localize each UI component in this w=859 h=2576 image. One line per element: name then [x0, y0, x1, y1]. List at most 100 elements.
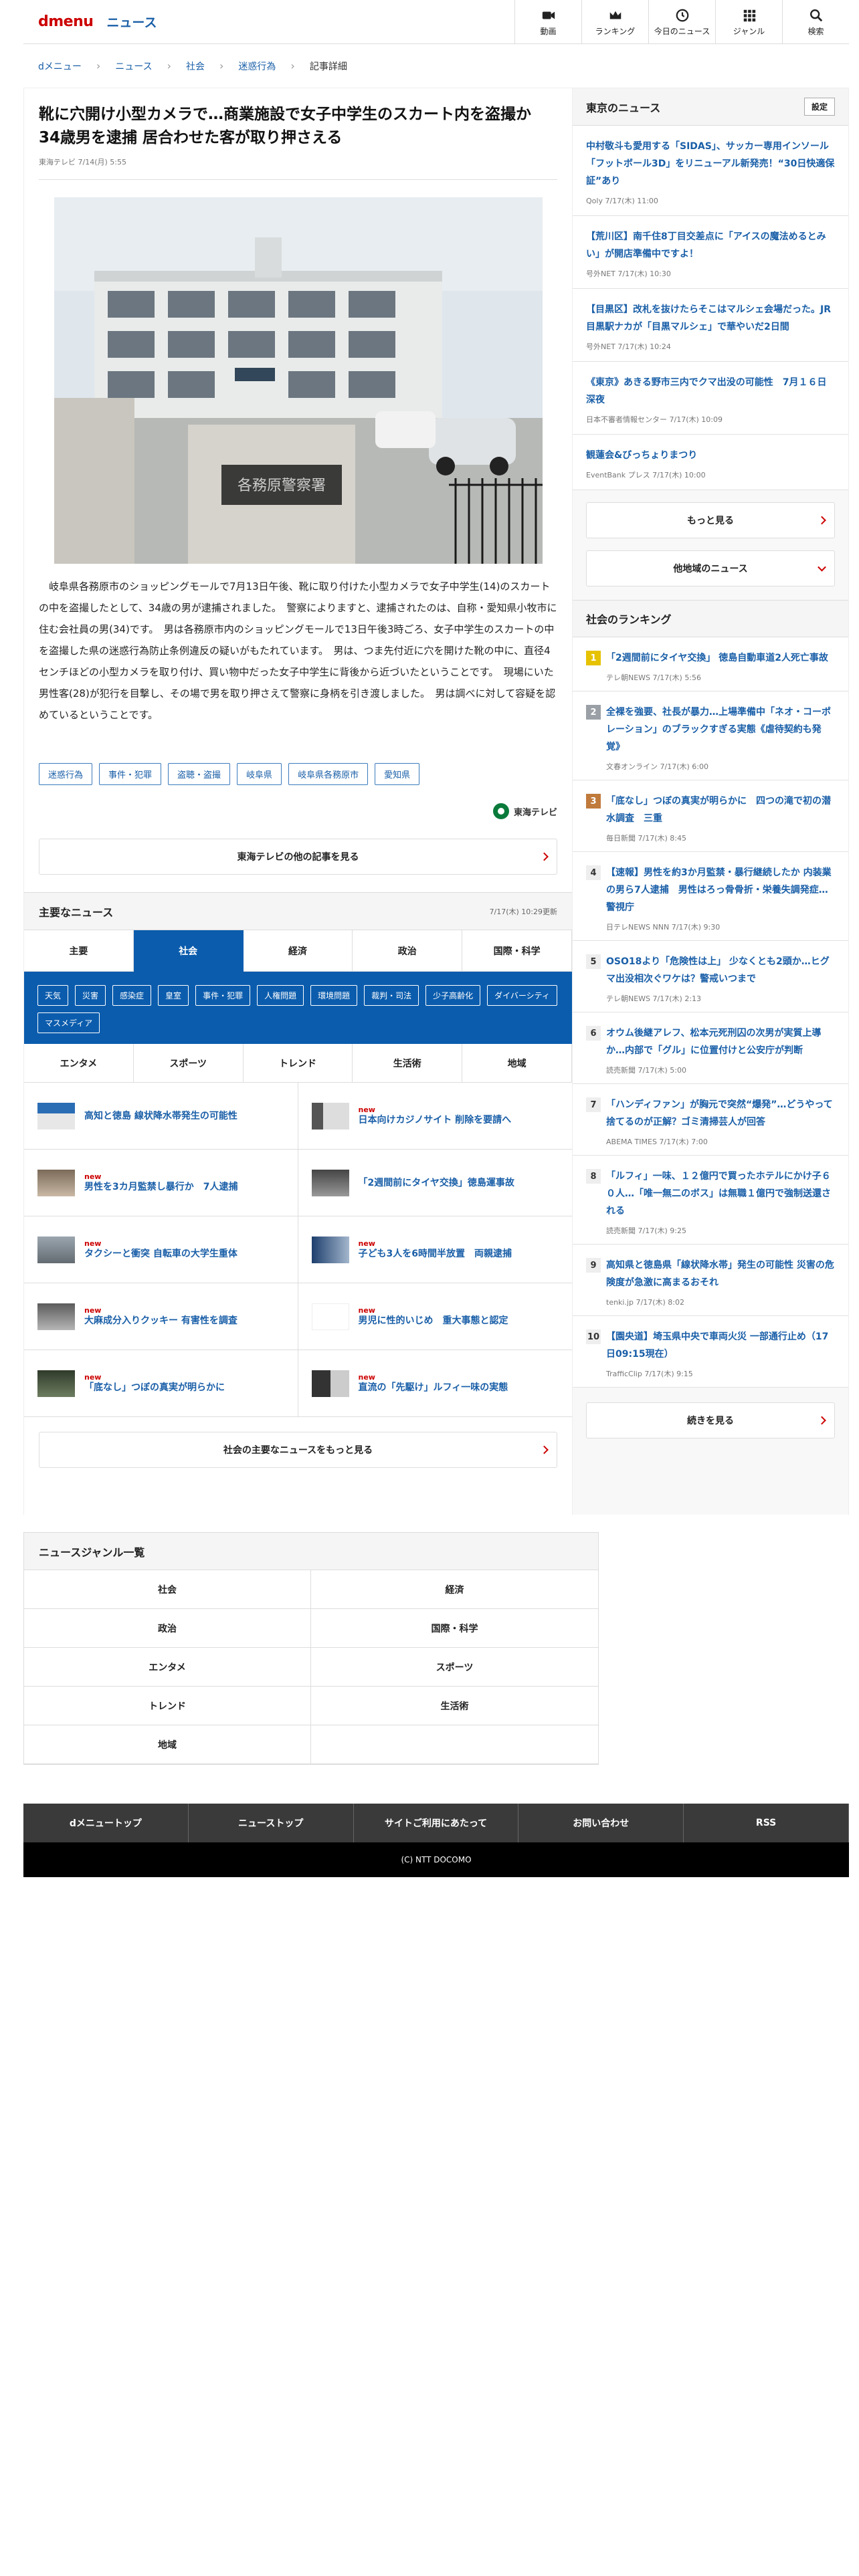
- ranking-item-meta: TrafficClip 7/17(木) 9:15: [606, 1370, 693, 1378]
- genre-item[interactable]: 国際・科学: [311, 1609, 598, 1648]
- tokyo-more-button[interactable]: もっと見る: [586, 502, 835, 538]
- nav-today[interactable]: 今日のニュース: [648, 0, 715, 44]
- tab-economy[interactable]: 経済: [243, 930, 353, 972]
- nav-search[interactable]: 検索: [782, 0, 849, 44]
- police-station-image: 各務原警察署: [54, 197, 543, 564]
- article-title: 靴に穴開け小型カメラで…商業施設で女子中学生のスカート内を盗撮か 34歳男を逮捕…: [39, 106, 531, 146]
- ranking-item[interactable]: 8 「ルフィ」一味、１２億円で買ったホテルにかけ子６０人…「唯一無二のボス」は無職…: [573, 1156, 848, 1245]
- genre-item[interactable]: 生活術: [311, 1687, 598, 1725]
- footer-link-terms[interactable]: サイトご利用にあたって: [354, 1804, 519, 1842]
- footer-link-rss[interactable]: RSS: [684, 1804, 849, 1842]
- tag[interactable]: 迷惑行為: [39, 763, 93, 785]
- genre-item[interactable]: 地域: [24, 1725, 311, 1764]
- settings-button[interactable]: 設定: [803, 98, 835, 116]
- tokyo-news-item[interactable]: 【目黒区】改札を抜けたらそこはマルシェ会場だった。JR目黒駅ナカが「目黒マルシェ…: [573, 289, 848, 362]
- footer-link-dmenu-top[interactable]: dメニュートップ: [23, 1804, 189, 1842]
- ranking-item[interactable]: 1 「2週間前にタイヤ交換」 徳島自動車道2人死亡事故 テレ朝NEWS 7/17(木…: [573, 637, 848, 691]
- source-more-button[interactable]: 東海テレビの他の記事を見る: [39, 839, 557, 875]
- breadcrumb-item[interactable]: 社会: [186, 60, 205, 73]
- ranking-item[interactable]: 5 OSO18より「危険性は上」 少なくとも2頭か…ヒグマ出没相次ぐワケは？警戒い…: [573, 941, 848, 1012]
- breadcrumb-item[interactable]: dメニュー: [38, 60, 82, 73]
- genre-item[interactable]: トレンド: [24, 1687, 311, 1725]
- news-item[interactable]: new 「底なし」つぼの真実が明らかに: [24, 1350, 298, 1417]
- tokyo-news-item[interactable]: 【荒川区】南千住8丁目交差点に「アイスの魔法めるとみい」が開店準備中ですよ！ 号外…: [573, 216, 848, 289]
- genre-item[interactable]: 経済: [311, 1570, 598, 1609]
- news-item[interactable]: new 子ども3人を6時間半放置 両親逮捕: [298, 1216, 572, 1283]
- tab-sports[interactable]: スポーツ: [134, 1044, 244, 1082]
- ranking-item[interactable]: 2 全裸を強要、社長が暴力…上場準備中「ネオ・コーポレーション」のブラックすぎる実…: [573, 691, 848, 780]
- tokyo-news-item[interactable]: 《東京》あきる野市三内でクマ出没の可能性 7月１６日深夜 日本不審者情報センター …: [573, 362, 848, 435]
- news-item[interactable]: new タクシーと衝突 自転車の大学生重体: [24, 1216, 298, 1283]
- article-photo[interactable]: 各務原警察署: [54, 197, 543, 564]
- ranking-item[interactable]: 4 【速報】男性を約3か月監禁・暴行継続したか 内装業の男ら7人逮捕 男性はろっ骨…: [573, 852, 848, 941]
- major-news-updated: 7/17(木) 10:29更新: [489, 907, 557, 916]
- ranking-item[interactable]: 10 【園央道】埼玉県中央で車両火災 一部通行止め（17日09:15現在） Traf…: [573, 1316, 848, 1388]
- subtag[interactable]: 感染症: [112, 985, 152, 1006]
- news-item[interactable]: new 男児に性的いじめ 重大事態と認定: [298, 1283, 572, 1350]
- subtag[interactable]: 皇室: [158, 985, 189, 1006]
- ranking-more-button[interactable]: 続きを見る: [586, 1402, 835, 1438]
- subtag[interactable]: 環境問題: [310, 985, 358, 1006]
- tab-lifestyle[interactable]: 生活術: [353, 1044, 463, 1082]
- news-item[interactable]: 「2週間前にタイヤ交換」徳島運事故: [298, 1150, 572, 1216]
- news-item[interactable]: 高知と徳島 線状降水帯発生の可能性: [24, 1083, 298, 1150]
- breadcrumb-item[interactable]: 迷惑行為: [238, 60, 276, 73]
- tag[interactable]: 盗聴・盗撮: [168, 763, 231, 785]
- genre-item[interactable]: スポーツ: [311, 1648, 598, 1687]
- news-item-text: 「底なし」つぼの真実が明らかに: [84, 1382, 225, 1393]
- news-item[interactable]: new 男性を3カ月監禁し暴行か 7人逮捕: [24, 1150, 298, 1216]
- news-thumbnail: [311, 1236, 349, 1263]
- tab-international[interactable]: 国際・科学: [462, 930, 572, 972]
- major-more-button[interactable]: 社会の主要なニュースをもっと見る: [39, 1432, 557, 1468]
- news-item-text: 「2週間前にタイヤ交換」徳島運事故: [358, 1177, 514, 1188]
- tag[interactable]: 事件・犯罪: [99, 763, 162, 785]
- source-logo[interactable]: 東海テレビ: [39, 802, 557, 820]
- subtag[interactable]: 人権問題: [257, 985, 304, 1006]
- news-item-text: 直流の「先駆け」ルフィ一味の実態: [358, 1382, 508, 1393]
- ranking-item-title: 高知県と徳島県「線状降水帯」発生の可能性 災害の危険度が急激に高まるおそれ: [606, 1260, 834, 1288]
- subtag[interactable]: マスメディア: [37, 1012, 100, 1033]
- new-badge: new: [84, 1172, 102, 1181]
- ranking-item[interactable]: 6 オウム後継アレフ、松本元死刑囚の次男が実質上導か…内部で「グル」に位置付けと公…: [573, 1012, 848, 1084]
- main-column: 靴に穴開け小型カメラで…商業施設で女子中学生のスカート内を盗撮か 34歳男を逮捕…: [24, 88, 573, 1515]
- tab-main[interactable]: 主要: [24, 930, 134, 972]
- tab-trend[interactable]: トレンド: [244, 1044, 353, 1082]
- nav-ranking-label: ランキング: [595, 26, 636, 36]
- footer-link-contact[interactable]: お問い合わせ: [518, 1804, 684, 1842]
- subtag[interactable]: 天気: [37, 985, 69, 1006]
- footer-link-news-top[interactable]: ニューストップ: [189, 1804, 354, 1842]
- other-region-button[interactable]: 他地域のニュース: [586, 550, 835, 586]
- chevron-right-icon: [540, 1445, 549, 1455]
- subtag[interactable]: ダイバーシティ: [487, 985, 557, 1006]
- tab-society[interactable]: 社会: [133, 930, 244, 972]
- news-item-text: タクシーと衝突 自転車の大学生重体: [84, 1248, 237, 1259]
- tag[interactable]: 愛知県: [375, 763, 420, 785]
- tokyo-news-item[interactable]: 中村敬斗も愛用する「SIDAS」、サッカー専用インソール「フットボール3D」をリ…: [573, 126, 848, 216]
- news-item[interactable]: new 日本向けカジノサイト 削除を要請へ: [298, 1083, 572, 1150]
- tag[interactable]: 岐阜県: [237, 763, 282, 785]
- site-title[interactable]: ニュース: [106, 13, 157, 31]
- subtag[interactable]: 事件・犯罪: [195, 985, 251, 1006]
- ranking-item[interactable]: 3 「底なし」つぼの真実が明らかに 四つの滝で初の潜水調査 三重 毎日新聞 7/17…: [573, 780, 848, 852]
- ranking-item[interactable]: 9 高知県と徳島県「線状降水帯」発生の可能性 災害の危険度が急激に高まるおそれ te…: [573, 1245, 848, 1316]
- columns: 靴に穴開け小型カメラで…商業施設で女子中学生のスカート内を盗撮か 34歳男を逮捕…: [23, 88, 849, 1515]
- tab-entertainment[interactable]: エンタメ: [24, 1044, 134, 1082]
- ranking-item[interactable]: 7 「ハンディファン」が胸元で突然“爆発”…どうやって捨てるのが正解？ゴミ清掃芸人…: [573, 1084, 848, 1156]
- news-item[interactable]: new 大麻成分入りクッキー 有害性を調査: [24, 1283, 298, 1350]
- tag[interactable]: 岐阜県各務原市: [288, 763, 369, 785]
- nav-ranking[interactable]: ランキング: [581, 0, 648, 44]
- dmenu-logo[interactable]: dmenu: [38, 13, 94, 30]
- breadcrumb-item[interactable]: ニュース: [115, 60, 152, 73]
- subtag[interactable]: 裁判・司法: [364, 985, 419, 1006]
- tab-politics[interactable]: 政治: [353, 930, 463, 972]
- subtag[interactable]: 少子高齢化: [425, 985, 481, 1006]
- tab-region[interactable]: 地域: [462, 1044, 572, 1082]
- genre-item[interactable]: 政治: [24, 1609, 311, 1648]
- genre-item[interactable]: エンタメ: [24, 1648, 311, 1687]
- tokyo-news-item[interactable]: 観蓮会&びっちょりまつり EventBank プレス 7/17(木) 10:00: [573, 435, 848, 490]
- genre-item[interactable]: 社会: [24, 1570, 311, 1609]
- nav-genre[interactable]: ジャンル: [715, 0, 782, 44]
- subtag[interactable]: 災害: [75, 985, 106, 1006]
- news-item[interactable]: new 直流の「先駆け」ルフィ一味の実態: [298, 1350, 572, 1417]
- nav-video[interactable]: 動画: [514, 0, 581, 44]
